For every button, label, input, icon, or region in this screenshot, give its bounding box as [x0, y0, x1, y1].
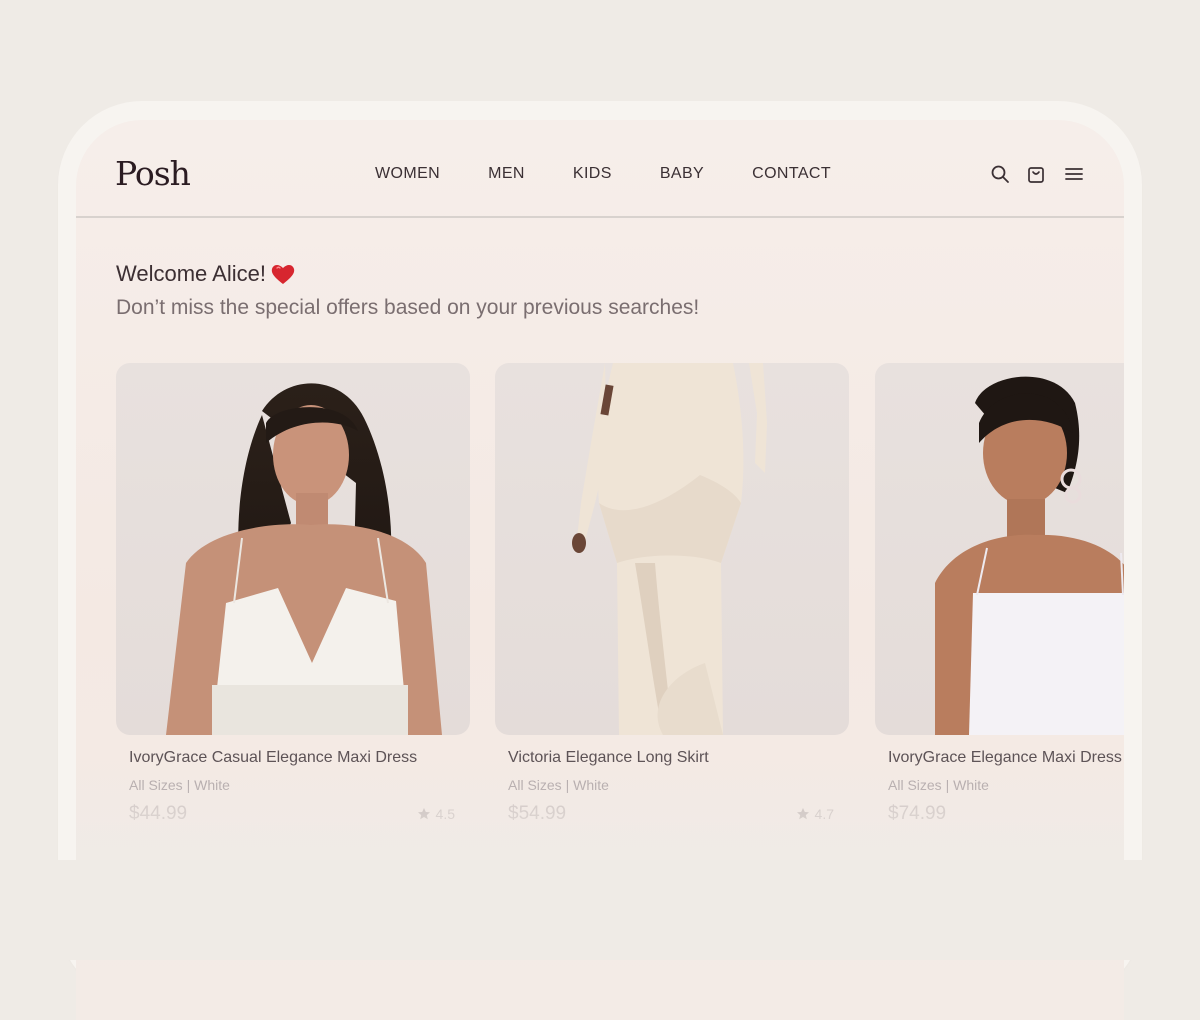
product-name[interactable]: Victoria Elegance Long Skirt	[508, 749, 849, 767]
product-price: $54.99	[508, 803, 567, 824]
nav-item-baby[interactable]: BABY	[660, 165, 704, 183]
heart-icon	[271, 265, 295, 284]
product-rating: 4.7	[796, 806, 834, 822]
brand-logo[interactable]: Posh	[115, 154, 191, 193]
welcome-section: Welcome Alice! Don’t miss the special of…	[116, 261, 699, 320]
search-icon[interactable]	[988, 162, 1012, 186]
product-card[interactable]: IvoryGrace Casual Elegance Maxi Dress Al…	[116, 363, 470, 825]
product-footer: $74.99	[888, 803, 1124, 825]
nav-item-men[interactable]: MEN	[488, 165, 525, 183]
product-image[interactable]	[495, 363, 849, 735]
product-rating: 4.5	[417, 806, 455, 822]
product-meta: All Sizes | White	[508, 777, 609, 793]
product-card[interactable]: IvoryGrace Elegance Maxi Dress All Sizes…	[875, 363, 1124, 825]
nav-item-women[interactable]: WOMEN	[375, 165, 440, 183]
star-icon	[417, 808, 430, 820]
rating-value: 4.7	[814, 806, 834, 822]
product-price: $44.99	[129, 803, 188, 824]
product-image[interactable]	[116, 363, 470, 735]
product-name[interactable]: IvoryGrace Casual Elegance Maxi Dress	[129, 749, 470, 767]
background-footer	[0, 860, 1200, 960]
product-card[interactable]: Victoria Elegance Long Skirt All Sizes |…	[495, 363, 849, 825]
welcome-title-row: Welcome Alice!	[116, 261, 699, 287]
product-meta: All Sizes | White	[129, 777, 230, 793]
product-image[interactable]	[875, 363, 1124, 735]
product-name[interactable]: IvoryGrace Elegance Maxi Dress	[888, 749, 1124, 767]
star-icon	[796, 808, 809, 820]
site-header: Posh WOMEN MEN KIDS BABY CONTACT	[76, 120, 1124, 218]
product-footer: $54.99 4.7	[508, 803, 834, 825]
welcome-subtitle: Don’t miss the special offers based on y…	[116, 296, 700, 319]
nav-item-contact[interactable]: CONTACT	[752, 165, 831, 183]
rating-value: 4.5	[435, 806, 455, 822]
header-actions	[988, 162, 1086, 186]
product-price: $74.99	[888, 803, 947, 824]
product-carousel: IvoryGrace Casual Elegance Maxi Dress Al…	[116, 363, 1124, 863]
welcome-title: Welcome Alice!	[116, 261, 266, 286]
nav-item-kids[interactable]: KIDS	[573, 165, 612, 183]
product-footer: $44.99 4.5	[129, 803, 455, 825]
product-meta: All Sizes | White	[888, 777, 989, 793]
main-nav: WOMEN MEN KIDS BABY CONTACT	[375, 165, 831, 183]
menu-icon[interactable]	[1062, 162, 1086, 186]
cart-icon[interactable]	[1024, 162, 1048, 186]
